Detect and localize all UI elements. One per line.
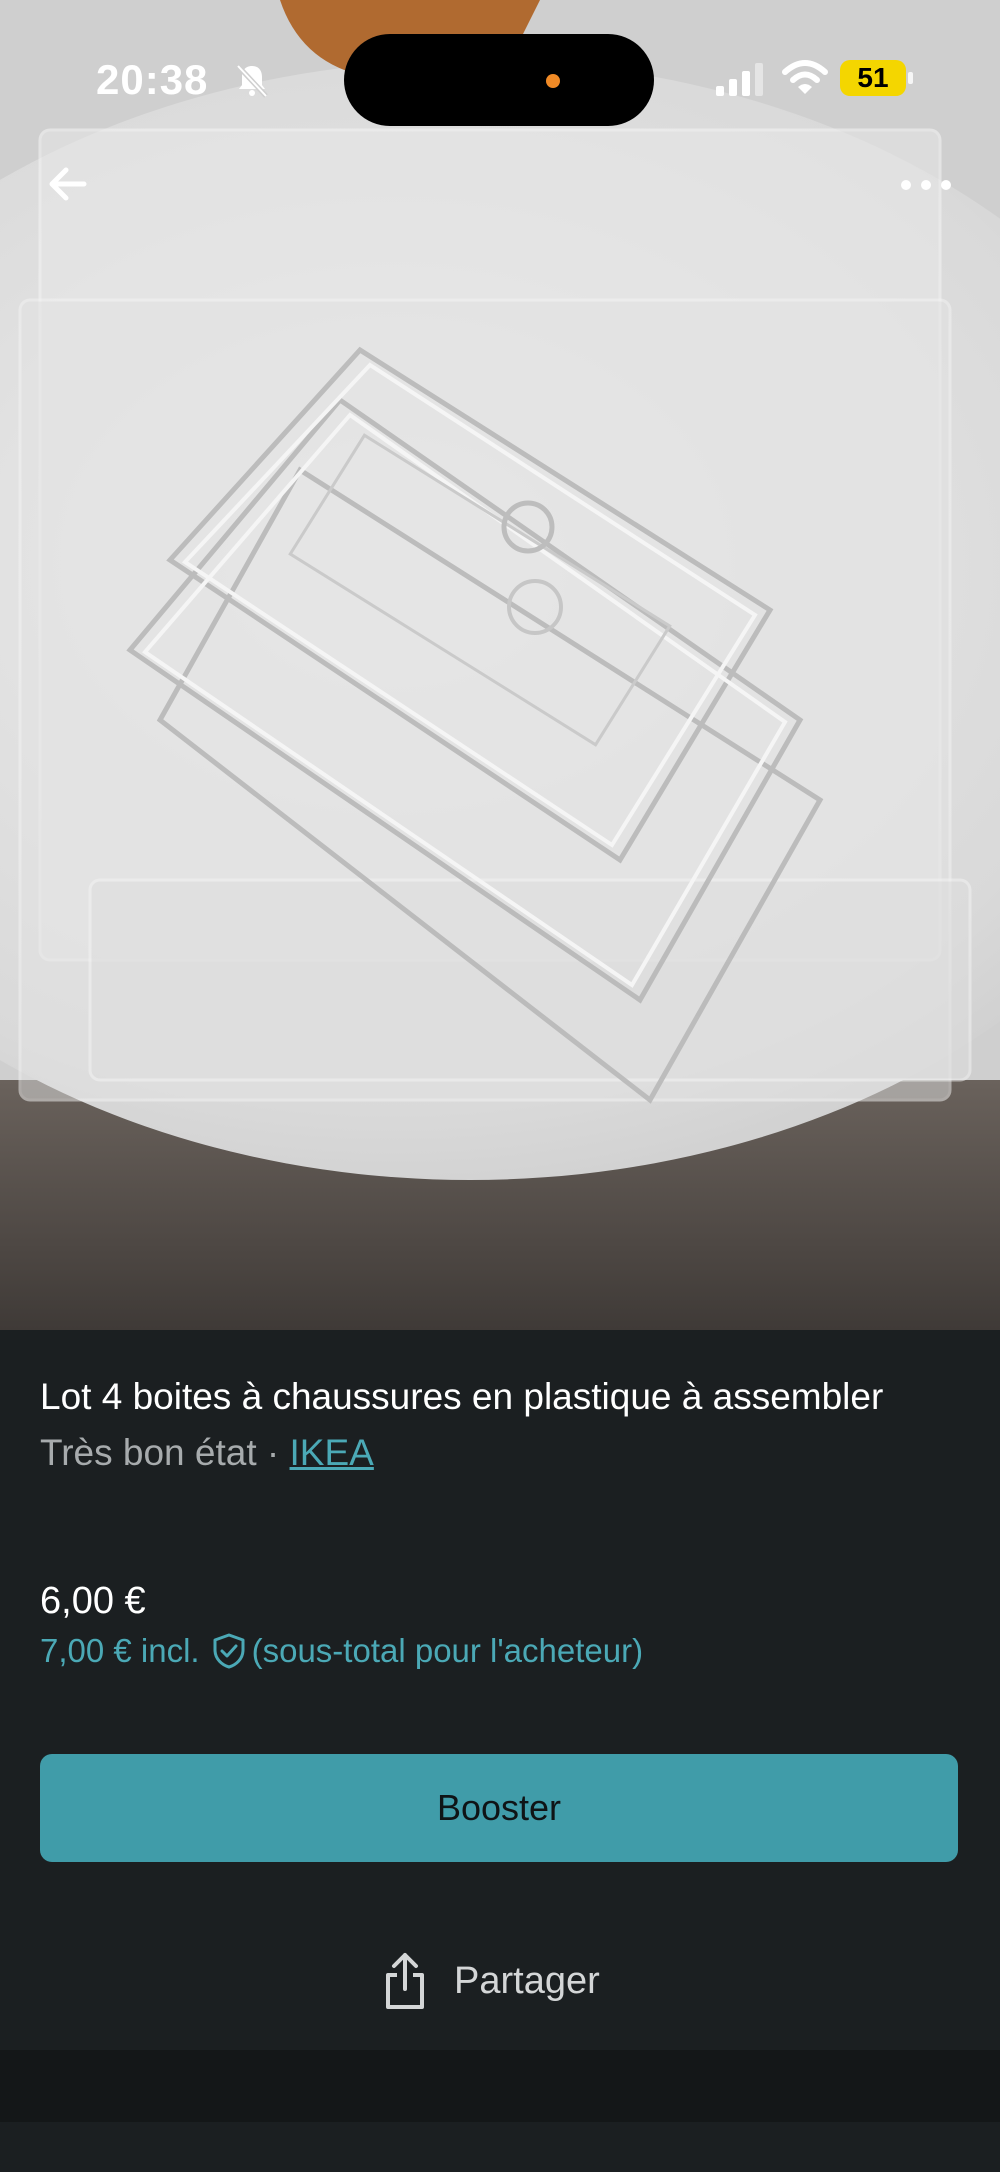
recording-indicator (546, 74, 560, 88)
wifi-icon (782, 60, 828, 94)
status-bar: 20:38 51 (0, 0, 1000, 160)
arrow-left-icon[interactable] (44, 160, 92, 208)
share-button[interactable]: Partager (380, 1946, 600, 2016)
battery-indicator: 51 (840, 60, 906, 96)
listing-meta: Très bon état · IKEA (40, 1426, 960, 1480)
share-label: Partager (454, 1959, 600, 2002)
status-time: 20:38 (96, 56, 209, 103)
shield-check-icon (213, 1633, 245, 1669)
battery-tip (908, 72, 913, 84)
price-incl: 7,00 € incl. (40, 1632, 200, 1669)
bell-slash-icon (236, 64, 268, 98)
bottom-section (0, 2122, 1000, 2172)
more-horizontal-icon[interactable] (898, 170, 954, 200)
meta-separator: · (256, 1432, 290, 1473)
price-incl-note: (sous-total pour l'acheteur) (251, 1632, 644, 1669)
photo-illustration (0, 0, 1000, 1330)
listing-title: Lot 4 boites à chaussures en plastique à… (40, 1376, 884, 1417)
listing-photo[interactable] (0, 0, 1000, 1330)
boost-button[interactable]: Booster (40, 1754, 958, 1862)
listing-price: 6,00 € (40, 1580, 146, 1622)
buyer-price-info[interactable]: 7,00 € incl. (sous-total pour l'acheteur… (40, 1632, 643, 1670)
section-divider (0, 2050, 1000, 2122)
listing-info: Lot 4 boites à chaussures en plastique à… (40, 1370, 960, 1480)
listing-condition: Très bon état (40, 1432, 257, 1473)
cellular-signal-icon (716, 63, 763, 96)
dynamic-island (344, 34, 654, 126)
brand-link[interactable]: IKEA (290, 1432, 374, 1473)
share-icon (386, 1953, 424, 2009)
